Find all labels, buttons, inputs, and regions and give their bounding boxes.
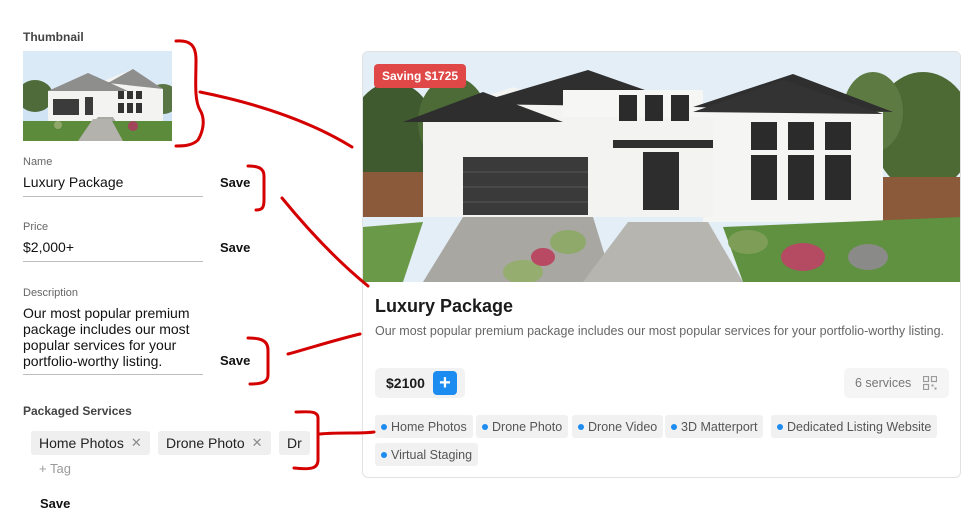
price-save-button[interactable]: Save (220, 240, 250, 255)
add-to-cart-button[interactable]: + (432, 371, 457, 395)
close-icon[interactable]: ✕ (252, 435, 263, 451)
name-save-button[interactable]: Save (220, 175, 250, 190)
tag-label: 3D Matterport (681, 419, 758, 434)
card-price: $2100 (386, 375, 425, 391)
chip-drone-photo[interactable]: Drone Photo ✕ (158, 431, 271, 455)
card-hero-image: Saving $1725 (363, 52, 960, 282)
services-chip-row: Home Photos ✕ Drone Photo ✕ Dr (23, 430, 315, 456)
tag-3d-matterport: 3D Matterport (665, 415, 764, 438)
thumbnail-label: Thumbnail (23, 30, 84, 44)
tag-virtual-staging: Virtual Staging (375, 443, 479, 466)
description-input[interactable]: Our most popular premium package include… (23, 305, 213, 369)
services-count-pill[interactable]: 6 services (844, 368, 949, 398)
price-input[interactable]: $2,000+ (23, 239, 74, 255)
services-save-button[interactable]: Save (40, 496, 70, 511)
tag-dedicated-listing-website: Dedicated Listing Website (771, 415, 938, 438)
tag-drone-video: Drone Video (572, 415, 664, 438)
chip-truncated[interactable]: Dr (279, 431, 310, 455)
close-icon[interactable]: ✕ (131, 435, 142, 451)
saving-badge: Saving $1725 (374, 64, 467, 88)
thumbnail-image[interactable] (23, 51, 172, 141)
chip-label: Dr (287, 435, 302, 451)
tag-dot-icon (671, 423, 677, 430)
tag-label: Dedicated Listing Website (787, 419, 932, 434)
chip-home-photos[interactable]: Home Photos ✕ (31, 431, 150, 455)
tag-dot-icon (482, 423, 488, 430)
description-line: package includes our most (23, 321, 190, 337)
tag-dot-icon (381, 451, 387, 458)
chip-label: Home Photos (39, 435, 124, 451)
services-count: 6 services (855, 376, 912, 390)
name-underline (23, 196, 203, 197)
grid-icon (923, 376, 938, 390)
description-line: portfolio-worthy listing. (23, 353, 163, 369)
tag-label: Drone Video (588, 419, 658, 434)
tag-dot-icon (777, 423, 783, 430)
tag-label: Virtual Staging (391, 447, 473, 462)
name-label: Name (23, 156, 53, 168)
tag-home-photos: Home Photos (375, 415, 473, 438)
house-thumbnail-icon (23, 51, 172, 141)
package-preview-card: Saving $1725 Luxury Package Our most pop… (362, 51, 961, 478)
card-description: Our most popular premium package include… (375, 324, 944, 338)
card-title: Luxury Package (375, 296, 514, 316)
tag-dot-icon (381, 423, 387, 430)
price-pill: $2100 + (375, 368, 465, 398)
price-underline (23, 261, 203, 262)
description-line: popular services for your (23, 337, 177, 353)
add-tag-input[interactable]: + Tag (39, 461, 71, 476)
tag-drone-photo: Drone Photo (476, 415, 569, 438)
price-label: Price (23, 221, 49, 233)
description-label: Description (23, 287, 79, 299)
tag-label: Home Photos (391, 419, 467, 434)
name-input[interactable]: Luxury Package (23, 174, 123, 190)
description-line: Our most popular premium (23, 305, 190, 321)
description-save-button[interactable]: Save (220, 353, 250, 368)
description-underline (23, 374, 203, 375)
chip-label: Drone Photo (166, 435, 245, 451)
packaged-services-label: Packaged Services (23, 404, 132, 418)
tag-dot-icon (578, 423, 584, 430)
tag-label: Drone Photo (492, 419, 563, 434)
